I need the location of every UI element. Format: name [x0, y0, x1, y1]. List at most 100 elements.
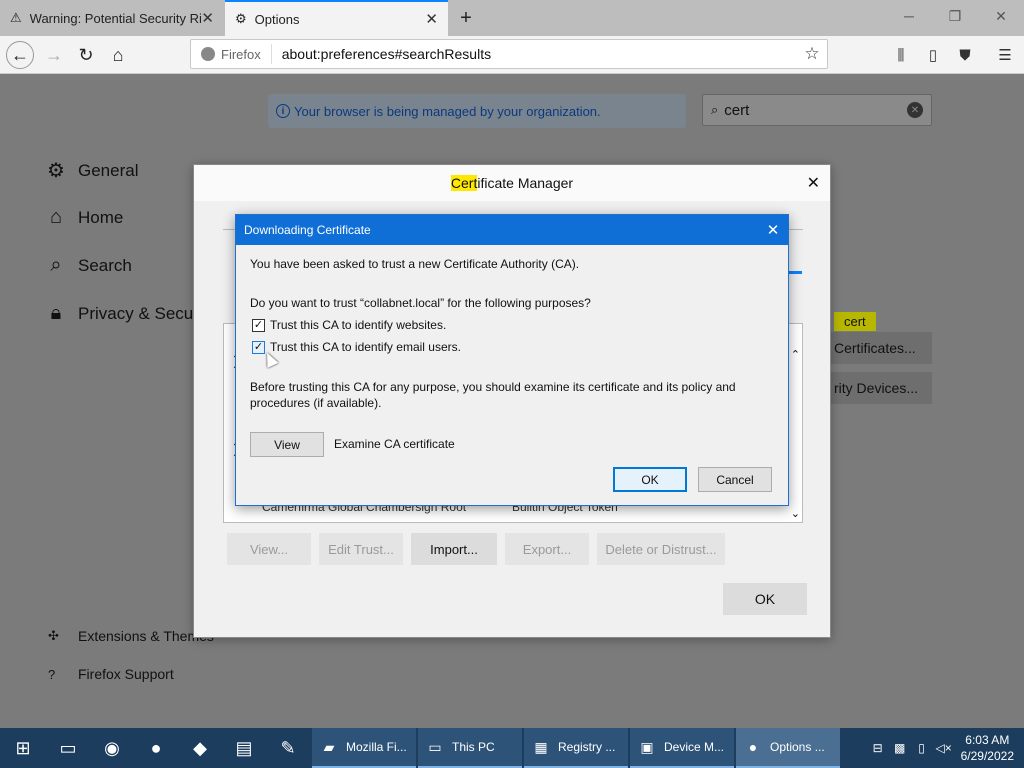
firefox-icon[interactable]: ●	[134, 728, 178, 768]
network-icon[interactable]: ⊟	[867, 741, 889, 755]
bookmark-star-icon[interactable]: ☆	[797, 44, 827, 64]
checkbox-checked-icon[interactable]: ✓	[252, 318, 265, 332]
home-icon: ⌂	[49, 206, 63, 228]
taskbar-label: Mozilla Fi...	[346, 740, 407, 754]
tab-security-warning[interactable]: ⚠ Warning: Potential Security Ris ✕	[0, 0, 224, 36]
clock-date: 6/29/2022	[960, 749, 1014, 763]
warning-text: Before trusting this CA for any purpose,…	[250, 380, 736, 410]
sidebar-icon[interactable]: ▯	[922, 44, 944, 66]
terminal-icon[interactable]: ▭	[46, 728, 90, 768]
search-highlight-tag: cert	[834, 312, 876, 331]
taskbar-label: Options ...	[770, 740, 825, 754]
forward-button[interactable]: →	[40, 41, 68, 69]
checkbox-label: Trust this CA to identify email users.	[270, 340, 461, 354]
category-general[interactable]: ⚙ General	[44, 158, 138, 183]
firefox-support-link[interactable]: ? Firefox Support	[48, 666, 174, 682]
new-tab-button[interactable]: +	[452, 4, 480, 32]
tab-options[interactable]: ⚙ Options ✕	[225, 0, 448, 36]
question-text: Do you want to trust “collabnet.local” f…	[250, 296, 591, 310]
clear-search-icon[interactable]: ✕	[907, 102, 923, 118]
paint-icon[interactable]: ✎	[266, 728, 310, 768]
taskbar-label: Device M...	[664, 740, 725, 754]
usb-icon[interactable]: ▯	[911, 741, 933, 755]
reload-button[interactable]: ↻	[72, 41, 100, 69]
clock[interactable]: 6:03 AM 6/29/2022	[961, 732, 1014, 764]
restore-button[interactable]: ❐	[932, 0, 978, 32]
library-icon[interactable]: ⫼	[890, 44, 912, 66]
taskbar-window-device-manager[interactable]: ▣ Device M...	[630, 728, 734, 768]
scroll-up-icon[interactable]: ⌃	[791, 348, 800, 361]
gear-icon: ⚙	[235, 11, 247, 26]
category-search[interactable]: ⌕ Search	[44, 254, 131, 277]
delete-distrust-button[interactable]: Delete or Distrust...	[597, 533, 725, 565]
category-label: General	[78, 160, 139, 180]
view-caption: Examine CA certificate	[334, 437, 455, 451]
folder-icon: ▰	[323, 738, 335, 755]
category-home[interactable]: ⌂ Home	[44, 206, 123, 229]
taskbar-window-this-pc[interactable]: ▭ This PC	[418, 728, 522, 768]
dialog-titlebar: Downloading Certificate ✕	[236, 215, 788, 245]
cancel-button[interactable]: Cancel	[698, 467, 772, 492]
scroll-down-icon[interactable]: ⌄	[791, 507, 800, 520]
downloading-certificate-dialog: Downloading Certificate ✕ You have been …	[235, 214, 789, 506]
home-button[interactable]: ⌂	[104, 41, 132, 69]
extensions-themes-link[interactable]: ✣ Extensions & Themes	[48, 628, 214, 644]
volume-muted-icon[interactable]: ◁×	[933, 741, 955, 755]
ok-button[interactable]: OK	[613, 467, 687, 492]
trust-websites-checkbox[interactable]: ✓ Trust this CA to identify websites.	[252, 318, 446, 332]
minimize-button[interactable]: ─	[886, 0, 932, 32]
tab-label: Options	[254, 11, 300, 27]
close-window-button[interactable]: ✕	[978, 0, 1024, 32]
ok-button[interactable]: OK	[723, 583, 807, 615]
trust-email-checkbox[interactable]: ✓ Trust this CA to identify email users.	[252, 340, 461, 354]
system-tray: ⊟ ▩ ▯ ◁× 6:03 AM 6/29/2022	[867, 732, 1024, 764]
search-icon: ⌕	[50, 254, 62, 276]
close-tab-icon[interactable]: ✕	[201, 9, 214, 27]
notes-icon[interactable]: ◆	[178, 728, 222, 768]
import-button[interactable]: Import...	[411, 533, 497, 565]
close-tab-icon[interactable]: ✕	[425, 10, 438, 28]
category-label: Privacy & Securi	[78, 303, 203, 323]
back-button[interactable]: ←	[6, 41, 34, 69]
view-certificates-button[interactable]: Certificates...	[822, 332, 932, 364]
close-icon[interactable]: ✕	[758, 221, 788, 239]
windows-start-icon[interactable]: ⊞	[0, 728, 46, 768]
registry-icon: ▦	[534, 738, 548, 755]
lock-icon: 🔒︎	[50, 302, 62, 324]
preferences-search-input[interactable]: ⌕ cert ✕	[702, 94, 932, 126]
taskbar-label: This PC	[452, 740, 495, 754]
url-text[interactable]: about:preferences#searchResults	[272, 46, 797, 62]
clock-time: 6:03 AM	[965, 733, 1010, 747]
security-devices-button[interactable]: rity Devices...	[822, 372, 932, 404]
close-icon[interactable]: ✕	[807, 173, 820, 193]
managed-notice[interactable]: i Your browser is being managed by your …	[268, 94, 686, 128]
search-icon: ⌕	[711, 102, 719, 117]
taskbar-window-options[interactable]: ● Options ...	[736, 728, 840, 768]
title-highlight: Cert	[450, 175, 478, 191]
identity-box[interactable]: Firefox	[191, 44, 272, 64]
checkbox-label: Trust this CA to identify websites.	[270, 318, 447, 332]
chrome-icon[interactable]: ◉	[90, 728, 134, 768]
export-button[interactable]: Export...	[505, 533, 589, 565]
color-icon[interactable]: ▩	[889, 741, 911, 755]
edit-trust-button[interactable]: Edit Trust...	[319, 533, 403, 565]
tab-strip: ⚠ Warning: Potential Security Ris ✕ ⚙ Op…	[0, 0, 1024, 36]
category-label: Home	[78, 207, 124, 227]
taskbar-window-registry[interactable]: ▦ Registry ...	[524, 728, 628, 768]
taskbar-window-mozilla[interactable]: ▰ Mozilla Fi...	[312, 728, 416, 768]
address-bar[interactable]: Firefox about:preferences#searchResults …	[190, 39, 828, 69]
help-icon: ?	[48, 666, 56, 682]
certificate-manager-title: Cert ificate Manager	[194, 165, 830, 201]
firefox-icon: ●	[748, 739, 758, 755]
warning-icon: ⚠	[10, 10, 22, 25]
view-button[interactable]: View...	[227, 533, 311, 565]
device-manager-icon: ▣	[640, 738, 654, 755]
spreadsheet-icon[interactable]: ▤	[222, 728, 266, 768]
checkbox-checked-icon[interactable]: ✓	[252, 340, 265, 354]
title-rest: ificate Manager	[477, 175, 574, 191]
menu-icon[interactable]: ☰	[994, 44, 1016, 66]
view-certificate-button[interactable]: View	[250, 432, 324, 457]
info-icon: i	[276, 104, 290, 118]
category-privacy[interactable]: 🔒︎ Privacy & Securi	[44, 302, 203, 325]
shield-icon[interactable]: ⛊	[954, 44, 976, 66]
